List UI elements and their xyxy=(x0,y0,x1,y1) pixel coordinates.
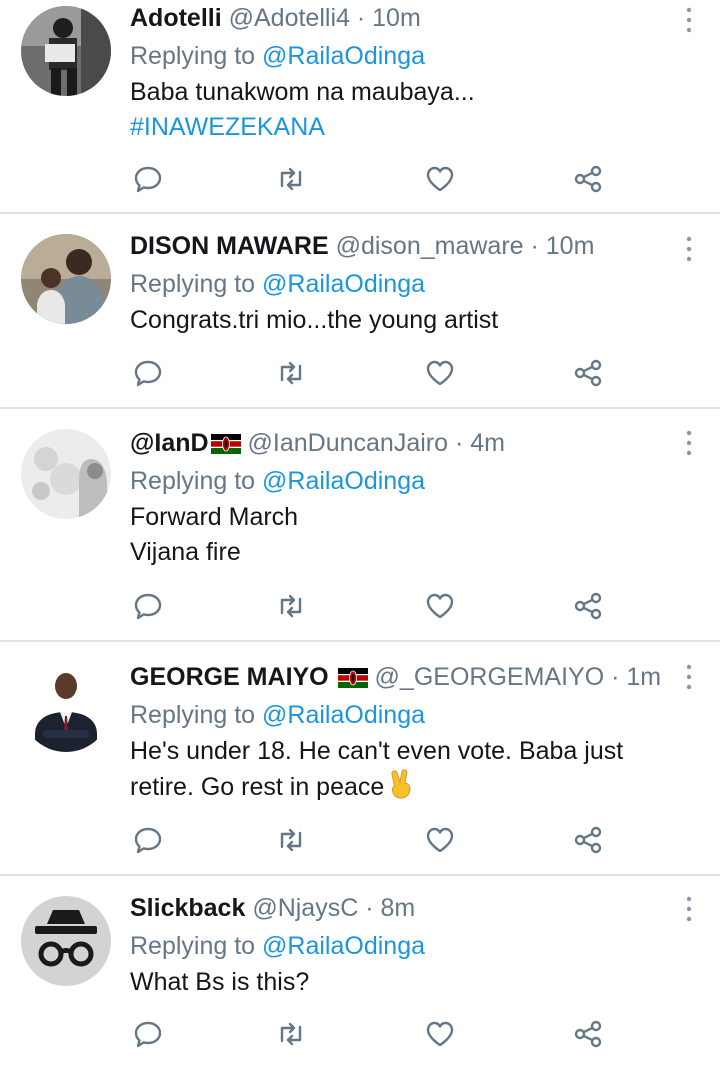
retweet-icon[interactable] xyxy=(275,358,307,388)
avatar-photo-image xyxy=(21,429,111,519)
replying-label: Replying to xyxy=(130,270,256,298)
replying-label: Replying to xyxy=(130,932,256,960)
replying-label: Replying to xyxy=(130,467,256,495)
share-icon[interactable] xyxy=(572,591,604,621)
tweet-actions xyxy=(130,1019,610,1049)
display-name[interactable]: DISON MAWARE xyxy=(130,232,329,260)
tweet-text-line: He's under 18. He can't even vote. Baba … xyxy=(130,737,624,765)
reply-icon[interactable] xyxy=(132,825,164,855)
replying-to: Replying to @RailaOdinga xyxy=(130,41,690,71)
like-icon[interactable] xyxy=(424,358,456,388)
tweet-header: GEORGE MAIYO @_GEORGEMAIYO · 1m xyxy=(130,662,690,692)
timestamp[interactable]: · 8m xyxy=(365,894,415,922)
retweet-icon[interactable] xyxy=(275,825,307,855)
replying-to: Replying to @RailaOdinga xyxy=(130,466,690,496)
tweet[interactable]: GEORGE MAIYO @_GEORGEMAIYO · 1m Replying… xyxy=(0,642,720,874)
tweet-text: Forward March Vijana fire xyxy=(130,500,690,570)
tweet-text-line: retire. Go rest in peace xyxy=(130,773,385,801)
like-icon[interactable] xyxy=(424,591,456,621)
reply-icon[interactable] xyxy=(132,1019,164,1049)
tweet[interactable]: DISON MAWARE @dison_maware · 10m Replyin… xyxy=(0,214,720,408)
avatar-photo-image xyxy=(21,6,111,96)
hashtag-link[interactable]: #INAWEZEKANA xyxy=(130,110,690,145)
tweet-header: @IanD @IanDuncanJairo · 4m xyxy=(130,428,690,458)
tweet[interactable]: @IanD @IanDuncanJairo · 4m Replying to @… xyxy=(0,409,720,641)
replying-to: Replying to @RailaOdinga xyxy=(130,931,690,961)
replying-to: Replying to @RailaOdinga xyxy=(130,700,690,730)
share-icon[interactable] xyxy=(572,825,604,855)
kenya-flag-icon xyxy=(210,434,241,454)
display-name[interactable]: @IanD xyxy=(130,429,209,457)
tweet-text-line: Forward March xyxy=(130,503,299,531)
avatar-photo-image xyxy=(21,662,111,752)
avatar[interactable] xyxy=(21,6,111,96)
replying-label: Replying to xyxy=(130,701,256,729)
tweet-text: Congrats.tri mio...the young artist xyxy=(130,303,690,338)
victory-hand-emoji-icon xyxy=(391,769,411,799)
tweet-text: Baba tunakwom na maubaya... #INAWEZEKANA xyxy=(130,75,690,145)
more-options-icon[interactable] xyxy=(684,664,694,690)
reply-mention-link[interactable]: @RailaOdinga xyxy=(262,701,425,729)
tweet-actions xyxy=(130,825,610,855)
display-name[interactable]: Adotelli xyxy=(130,4,222,32)
share-icon[interactable] xyxy=(572,358,604,388)
more-options-icon[interactable] xyxy=(684,430,694,456)
tweet-text-line: Baba tunakwom na maubaya... xyxy=(130,78,475,106)
handle[interactable]: @dison_maware xyxy=(336,232,524,260)
timestamp[interactable]: · 10m xyxy=(357,4,421,32)
tweet-text-line-with-emoji: retire. Go rest in peace xyxy=(130,769,690,805)
tweet-header: Adotelli @Adotelli4 · 10m xyxy=(130,3,690,33)
tweet-text-line: What Bs is this? xyxy=(130,968,310,996)
handle[interactable]: @Adotelli4 xyxy=(229,4,350,32)
avatar-photo-image xyxy=(21,234,111,324)
reply-mention-link[interactable]: @RailaOdinga xyxy=(262,42,425,70)
tweet[interactable]: Adotelli @Adotelli4 · 10m Replying to @R… xyxy=(0,0,720,212)
timestamp[interactable]: · 10m xyxy=(531,232,595,260)
more-options-icon[interactable] xyxy=(684,236,694,262)
tweet-header: Slickback @NjaysC · 8m xyxy=(130,893,690,923)
reply-icon[interactable] xyxy=(132,591,164,621)
avatar[interactable] xyxy=(21,662,111,752)
tweet[interactable]: Slickback @NjaysC · 8m Replying to @Rail… xyxy=(0,876,720,1066)
like-icon[interactable] xyxy=(424,825,456,855)
tweet-actions xyxy=(130,358,610,388)
display-name[interactable]: Slickback xyxy=(130,894,245,922)
tweet-header: DISON MAWARE @dison_maware · 10m xyxy=(130,231,690,261)
retweet-icon[interactable] xyxy=(275,164,307,194)
avatar[interactable] xyxy=(21,234,111,324)
reply-icon[interactable] xyxy=(132,164,164,194)
handle[interactable]: @_GEORGEMAIYO xyxy=(375,663,605,691)
tweet-actions xyxy=(130,164,610,194)
tweet-text-line: Congrats.tri mio...the young artist xyxy=(130,306,499,334)
reply-mention-link[interactable]: @RailaOdinga xyxy=(262,467,425,495)
timestamp[interactable]: · 4m xyxy=(455,429,505,457)
more-options-icon[interactable] xyxy=(684,7,694,33)
tweet-text: He's under 18. He can't even vote. Baba … xyxy=(130,734,690,805)
incognito-icon xyxy=(21,896,111,986)
reply-mention-link[interactable]: @RailaOdinga xyxy=(262,270,425,298)
display-name[interactable]: GEORGE MAIYO xyxy=(130,663,329,691)
tweet-text-line: Vijana fire xyxy=(130,538,241,566)
tweet-actions xyxy=(130,591,610,621)
handle[interactable]: @NjaysC xyxy=(252,894,358,922)
timestamp[interactable]: · 1m xyxy=(611,663,661,691)
kenya-flag-icon xyxy=(337,668,368,688)
retweet-icon[interactable] xyxy=(275,1019,307,1049)
tweet-text: What Bs is this? xyxy=(130,965,690,1000)
replying-to: Replying to @RailaOdinga xyxy=(130,269,690,299)
reply-mention-link[interactable]: @RailaOdinga xyxy=(262,932,425,960)
share-icon[interactable] xyxy=(572,1019,604,1049)
avatar[interactable] xyxy=(21,896,111,986)
replying-label: Replying to xyxy=(130,42,256,70)
like-icon[interactable] xyxy=(424,164,456,194)
retweet-icon[interactable] xyxy=(275,591,307,621)
share-icon[interactable] xyxy=(572,164,604,194)
like-icon[interactable] xyxy=(424,1019,456,1049)
avatar[interactable] xyxy=(21,429,111,519)
handle[interactable]: @IanDuncanJairo xyxy=(248,429,449,457)
reply-icon[interactable] xyxy=(132,358,164,388)
more-options-icon[interactable] xyxy=(684,896,694,922)
